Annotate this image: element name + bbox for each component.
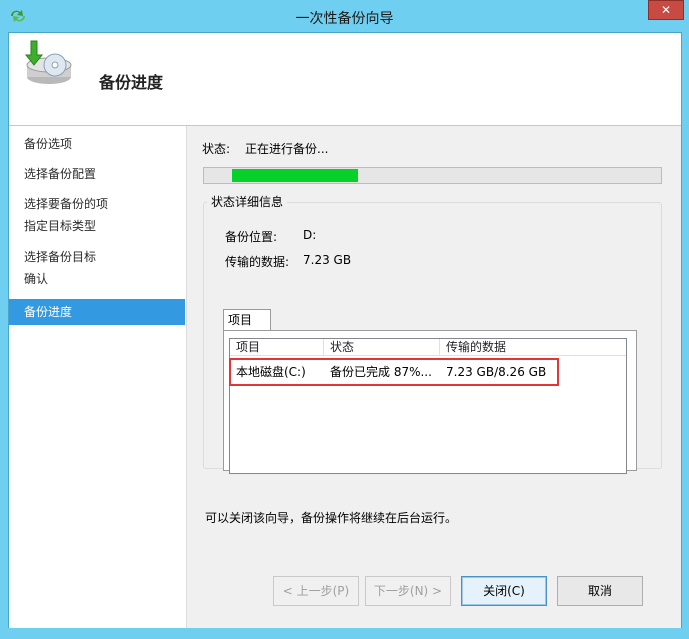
step-target-type[interactable]: 指定目标类型 [9, 215, 185, 237]
previous-button[interactable]: < 上一步(P) [273, 576, 359, 606]
wizard-header: 备份进度 [9, 33, 681, 125]
page-title: 备份进度 [99, 73, 164, 92]
wizard-window: 一次性备份向导 ✕ 备份进度 备份选项 选择备份配置 选择要备份的项 指定目标类… [0, 0, 689, 639]
step-select-items[interactable]: 选择要备份的项 [9, 193, 185, 215]
step-backup-progress[interactable]: 备份进度 [9, 299, 185, 325]
status-label: 状态: [202, 142, 231, 156]
step-select-config[interactable]: 选择备份配置 [9, 163, 185, 185]
wizard-content: 状态: 正在进行备份... 状态详细信息 备份位置: D: 传输的数据: 7.2… [187, 126, 681, 628]
step-confirm[interactable]: 确认 [9, 268, 185, 290]
step-select-target[interactable]: 选择备份目标 [9, 246, 185, 268]
cancel-button[interactable]: 取消 [557, 576, 643, 606]
status-details-legend: 状态详细信息 [207, 193, 288, 210]
transferred-data-value: 7.23 GB [303, 253, 352, 267]
list-header: 项目 状态 传输的数据 [230, 339, 626, 356]
transferred-data-label: 传输的数据: [225, 255, 290, 269]
background-note: 可以关闭该向导，备份操作将继续在后台运行。 [205, 511, 458, 525]
progress-fill [232, 169, 358, 182]
column-header-data[interactable]: 传输的数据 [440, 339, 626, 356]
wizard-steps-sidebar: 备份选项 选择备份配置 选择要备份的项 指定目标类型 选择备份目标 确认 备份进… [9, 126, 186, 628]
status-value: 正在进行备份... [245, 142, 329, 156]
tab-items[interactable]: 项目 [223, 309, 271, 331]
highlight-box [229, 358, 559, 386]
backup-progress-bar [203, 167, 662, 184]
close-button[interactable]: 关闭(C) [461, 576, 547, 606]
backup-location-label: 备份位置: [225, 230, 278, 244]
backup-location-value: D: [303, 228, 317, 242]
title-bar: 一次性备份向导 ✕ [0, 0, 689, 32]
close-window-button[interactable]: ✕ [648, 0, 684, 20]
step-backup-options[interactable]: 备份选项 [9, 133, 185, 155]
column-header-item[interactable]: 项目 [230, 339, 324, 356]
disk-backup-icon [24, 40, 72, 84]
window-title: 一次性备份向导 [295, 11, 394, 27]
column-header-status[interactable]: 状态 [324, 339, 440, 356]
next-button[interactable]: 下一步(N) > [365, 576, 451, 606]
wizard-client-area: 备份进度 备份选项 选择备份配置 选择要备份的项 指定目标类型 选择备份目标 确… [8, 32, 682, 628]
